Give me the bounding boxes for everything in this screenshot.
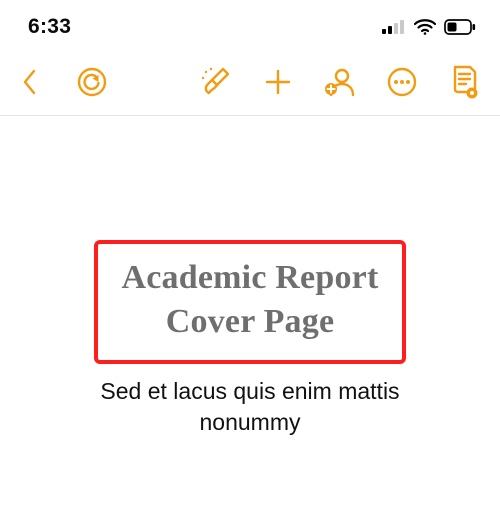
status-indicators: [382, 19, 476, 35]
paintbrush-icon: [200, 66, 232, 98]
status-bar: 6:33: [0, 0, 500, 54]
document-icon: [450, 65, 478, 99]
document-title-line2: Cover Page: [166, 303, 334, 340]
plus-icon: [263, 67, 293, 97]
document-subtitle-line1: Sed et lacus quis enim mattis: [100, 378, 399, 404]
collaborate-button[interactable]: [322, 64, 358, 100]
wifi-icon: [414, 19, 436, 35]
insert-button[interactable]: [260, 64, 296, 100]
document-title[interactable]: Academic Report Cover Page: [122, 256, 379, 344]
undo-icon: [76, 66, 108, 98]
undo-button[interactable]: [74, 64, 110, 100]
cellular-icon: [382, 20, 406, 34]
back-button[interactable]: [12, 64, 48, 100]
title-selection-highlight: Academic Report Cover Page: [94, 240, 407, 364]
document-canvas[interactable]: Academic Report Cover Page Sed et lacus …: [0, 116, 500, 528]
ellipsis-circle-icon: [386, 66, 418, 98]
document-title-line1: Academic Report: [122, 259, 379, 296]
person-add-icon: [323, 66, 357, 98]
document-subtitle[interactable]: Sed et lacus quis enim mattis nonummy: [100, 376, 399, 438]
format-brush-button[interactable]: [198, 64, 234, 100]
status-time: 6:33: [28, 15, 71, 39]
chevron-left-icon: [20, 67, 40, 97]
document-subtitle-line2: nonummy: [200, 409, 301, 435]
app-toolbar: [0, 54, 500, 116]
more-button[interactable]: [384, 64, 420, 100]
battery-icon: [444, 19, 476, 35]
document-options-button[interactable]: [446, 64, 482, 100]
